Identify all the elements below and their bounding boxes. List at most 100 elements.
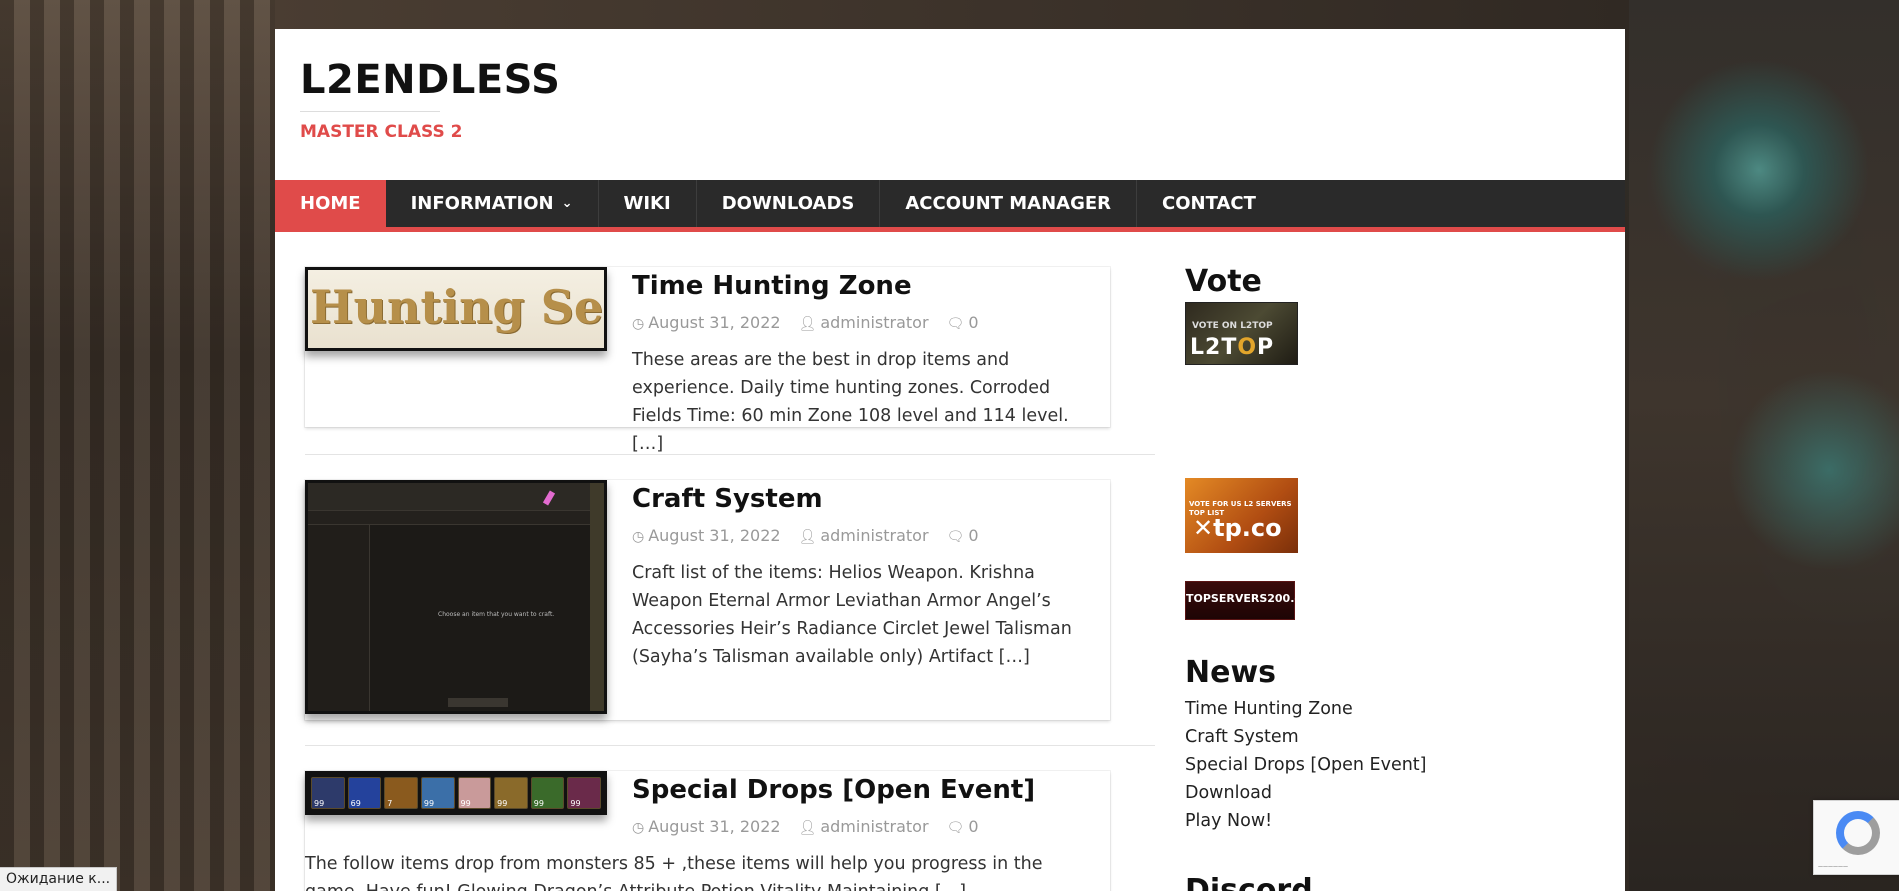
post-title[interactable]: Craft System [632, 480, 1100, 516]
post-comments-count: 0 [968, 817, 979, 836]
read-more-link[interactable]: […] [999, 647, 1030, 667]
site-header: L2ENDLESS MASTER CLASS 2 [275, 29, 1625, 180]
post-comments-count: 0 [968, 313, 979, 332]
news-link[interactable]: Special Drops [Open Event] [1185, 751, 1485, 779]
site-tagline: MASTER CLASS 2 [300, 122, 463, 142]
post-meta: ◷ August 31, 2022 👤︎ administrator 🗨︎ 0 [632, 526, 1100, 545]
thumbnail-image: 99 69 7 99 99 99 99 99 [308, 774, 604, 812]
nav-contact-label: CONTACT [1162, 193, 1256, 214]
nav-information[interactable]: INFORMATION ⌄ [386, 180, 599, 227]
item-slot-icon: 99 [311, 777, 345, 809]
post-author-text: administrator [820, 313, 929, 332]
nav-contact[interactable]: CONTACT [1137, 180, 1281, 227]
discord-widget-title: Discord [1185, 873, 1313, 891]
post-author[interactable]: 👤︎ administrator [799, 526, 929, 545]
post-comments-count: 0 [968, 526, 979, 545]
nav-account-manager[interactable]: ACCOUNT MANAGER [880, 180, 1138, 227]
item-slot-icon: 99 [567, 777, 601, 809]
nav-home[interactable]: HOME [275, 180, 386, 227]
site-title[interactable]: L2ENDLESS [300, 57, 1600, 103]
post-date-text: August 31, 2022 [648, 526, 781, 545]
thumbnail-window-bar [308, 483, 604, 511]
comment-icon: 🗨︎ [946, 820, 965, 836]
browser-status-bar: Ожидание к... [0, 867, 118, 891]
post-thumbnail[interactable]: 99 69 7 99 99 99 99 99 [305, 771, 607, 815]
thumbnail-image: Hunting Season [308, 270, 604, 348]
topservers200-banner[interactable]: TOPSERVERS200.com [1185, 581, 1320, 620]
background-right-pillar [1629, 0, 1899, 891]
post-card: 99 69 7 99 99 99 99 99 Special Drops [Op… [305, 771, 1110, 891]
l2-servers-vote-banner[interactable]: VOTE FOR US L2 SERVERS TOP LIST ✕tp.co [1185, 478, 1298, 553]
header-divider [300, 111, 440, 112]
thumbnail-window-bar [308, 511, 604, 525]
item-slot-icon: 99 [420, 777, 455, 809]
post-title[interactable]: Special Drops [Open Event] [632, 771, 1100, 807]
news-link[interactable]: Time Hunting Zone [1185, 695, 1485, 723]
clock-icon: ◷ [632, 316, 645, 332]
content-area: Hunting Season Time Hunting Zone ◷August… [275, 232, 1625, 891]
nav-information-label: INFORMATION [410, 193, 554, 214]
nav-downloads[interactable]: DOWNLOADS [697, 180, 881, 227]
user-icon: 👤︎ [798, 529, 817, 545]
nav-account-manager-label: ACCOUNT MANAGER [905, 193, 1112, 214]
nav-wiki-label: WIKI [623, 193, 671, 214]
sidebar: Vote VOTE ON L2TOP L2TOP VOTE FOR US L2 … [1185, 264, 1485, 891]
post-item: 99 69 7 99 99 99 99 99 Special Drops [Op… [305, 771, 1155, 891]
post-author[interactable]: 👤︎ administrator [799, 817, 929, 836]
main-navigation: HOME INFORMATION ⌄ WIKI DOWNLOADS ACCOUNT… [275, 180, 1625, 232]
post-date-text: August 31, 2022 [648, 313, 781, 332]
post-meta: ◷ August 31, 2022 👤︎ administrator 🗨︎ 0 [632, 817, 1100, 836]
comment-icon: 🗨︎ [946, 316, 965, 332]
item-slot-icon: 99 [457, 777, 492, 809]
post-comments[interactable]: 🗨︎ 0 [947, 526, 979, 545]
news-widget-title: News [1185, 655, 1277, 690]
thumbnail-caption: Choose an item that you want to craft. [438, 611, 555, 618]
post-title[interactable]: Time Hunting Zone [632, 267, 1100, 303]
background-left-pillar [0, 0, 275, 891]
post-excerpt: These areas are the best in drop items a… [632, 346, 1100, 458]
recaptcha-badge[interactable]: —————— [1813, 800, 1899, 875]
post-date: ◷ August 31, 2022 [632, 817, 781, 836]
post-item: Choose an item that you want to craft. C… [305, 480, 1155, 720]
post-author-text: administrator [820, 817, 929, 836]
news-link[interactable]: Download [1185, 779, 1485, 807]
item-slot-icon: 99 [530, 777, 565, 809]
posts-column: Hunting Season Time Hunting Zone ◷August… [305, 267, 1155, 891]
nav-downloads-label: DOWNLOADS [721, 193, 855, 214]
item-slot-icon: 69 [347, 777, 382, 809]
post-card: Hunting Season Time Hunting Zone ◷August… [305, 267, 1110, 454]
thumbnail-button [448, 698, 508, 707]
recaptcha-fineprint: —————— [1818, 864, 1848, 870]
vote-widget-title: Vote [1185, 264, 1262, 299]
post-comments[interactable]: 🗨︎ 0 [947, 817, 979, 836]
post-date: ◷ August 31, 2022 [632, 313, 781, 332]
news-list: Time Hunting Zone Craft System Special D… [1185, 695, 1485, 835]
post-thumbnail[interactable]: Hunting Season [305, 267, 607, 351]
post-author-text: administrator [820, 526, 929, 545]
user-icon: 👤︎ [798, 820, 817, 836]
thumbnail-side-panel [308, 525, 370, 711]
nav-home-label: HOME [300, 193, 361, 214]
l2top-logo: L2TOP [1190, 335, 1275, 360]
post-excerpt: The follow items drop from monsters 85 +… [305, 850, 1110, 891]
post-card: Choose an item that you want to craft. C… [305, 480, 1110, 720]
post-date: ◷ August 31, 2022 [632, 526, 781, 545]
post-body: Time Hunting Zone ◷ August 31, 2022 👤︎ adm… [632, 267, 1110, 458]
news-link[interactable]: Craft System [1185, 723, 1485, 751]
post-author[interactable]: 👤︎ administrator [799, 313, 929, 332]
thumbnail-image: Choose an item that you want to craft. [308, 483, 604, 711]
l2top-vote-banner[interactable]: VOTE ON L2TOP L2TOP [1185, 302, 1298, 365]
clock-icon: ◷ [632, 820, 645, 836]
nav-wiki[interactable]: WIKI [599, 180, 697, 227]
comment-icon: 🗨︎ [946, 529, 965, 545]
item-slot-icon: 99 [494, 777, 528, 809]
post-separator [305, 745, 1155, 746]
read-more-link[interactable]: […] [935, 882, 966, 891]
post-item: Hunting Season Time Hunting Zone ◷August… [305, 267, 1155, 454]
site-container: L2ENDLESS MASTER CLASS 2 HOME INFORMATIO… [275, 29, 1625, 891]
news-link[interactable]: Play Now! [1185, 807, 1485, 835]
post-thumbnail[interactable]: Choose an item that you want to craft. [305, 480, 607, 714]
thumbnail-edge-strip [590, 483, 604, 711]
post-comments[interactable]: 🗨︎ 0 [947, 313, 979, 332]
read-more-link[interactable]: […] [632, 434, 663, 454]
